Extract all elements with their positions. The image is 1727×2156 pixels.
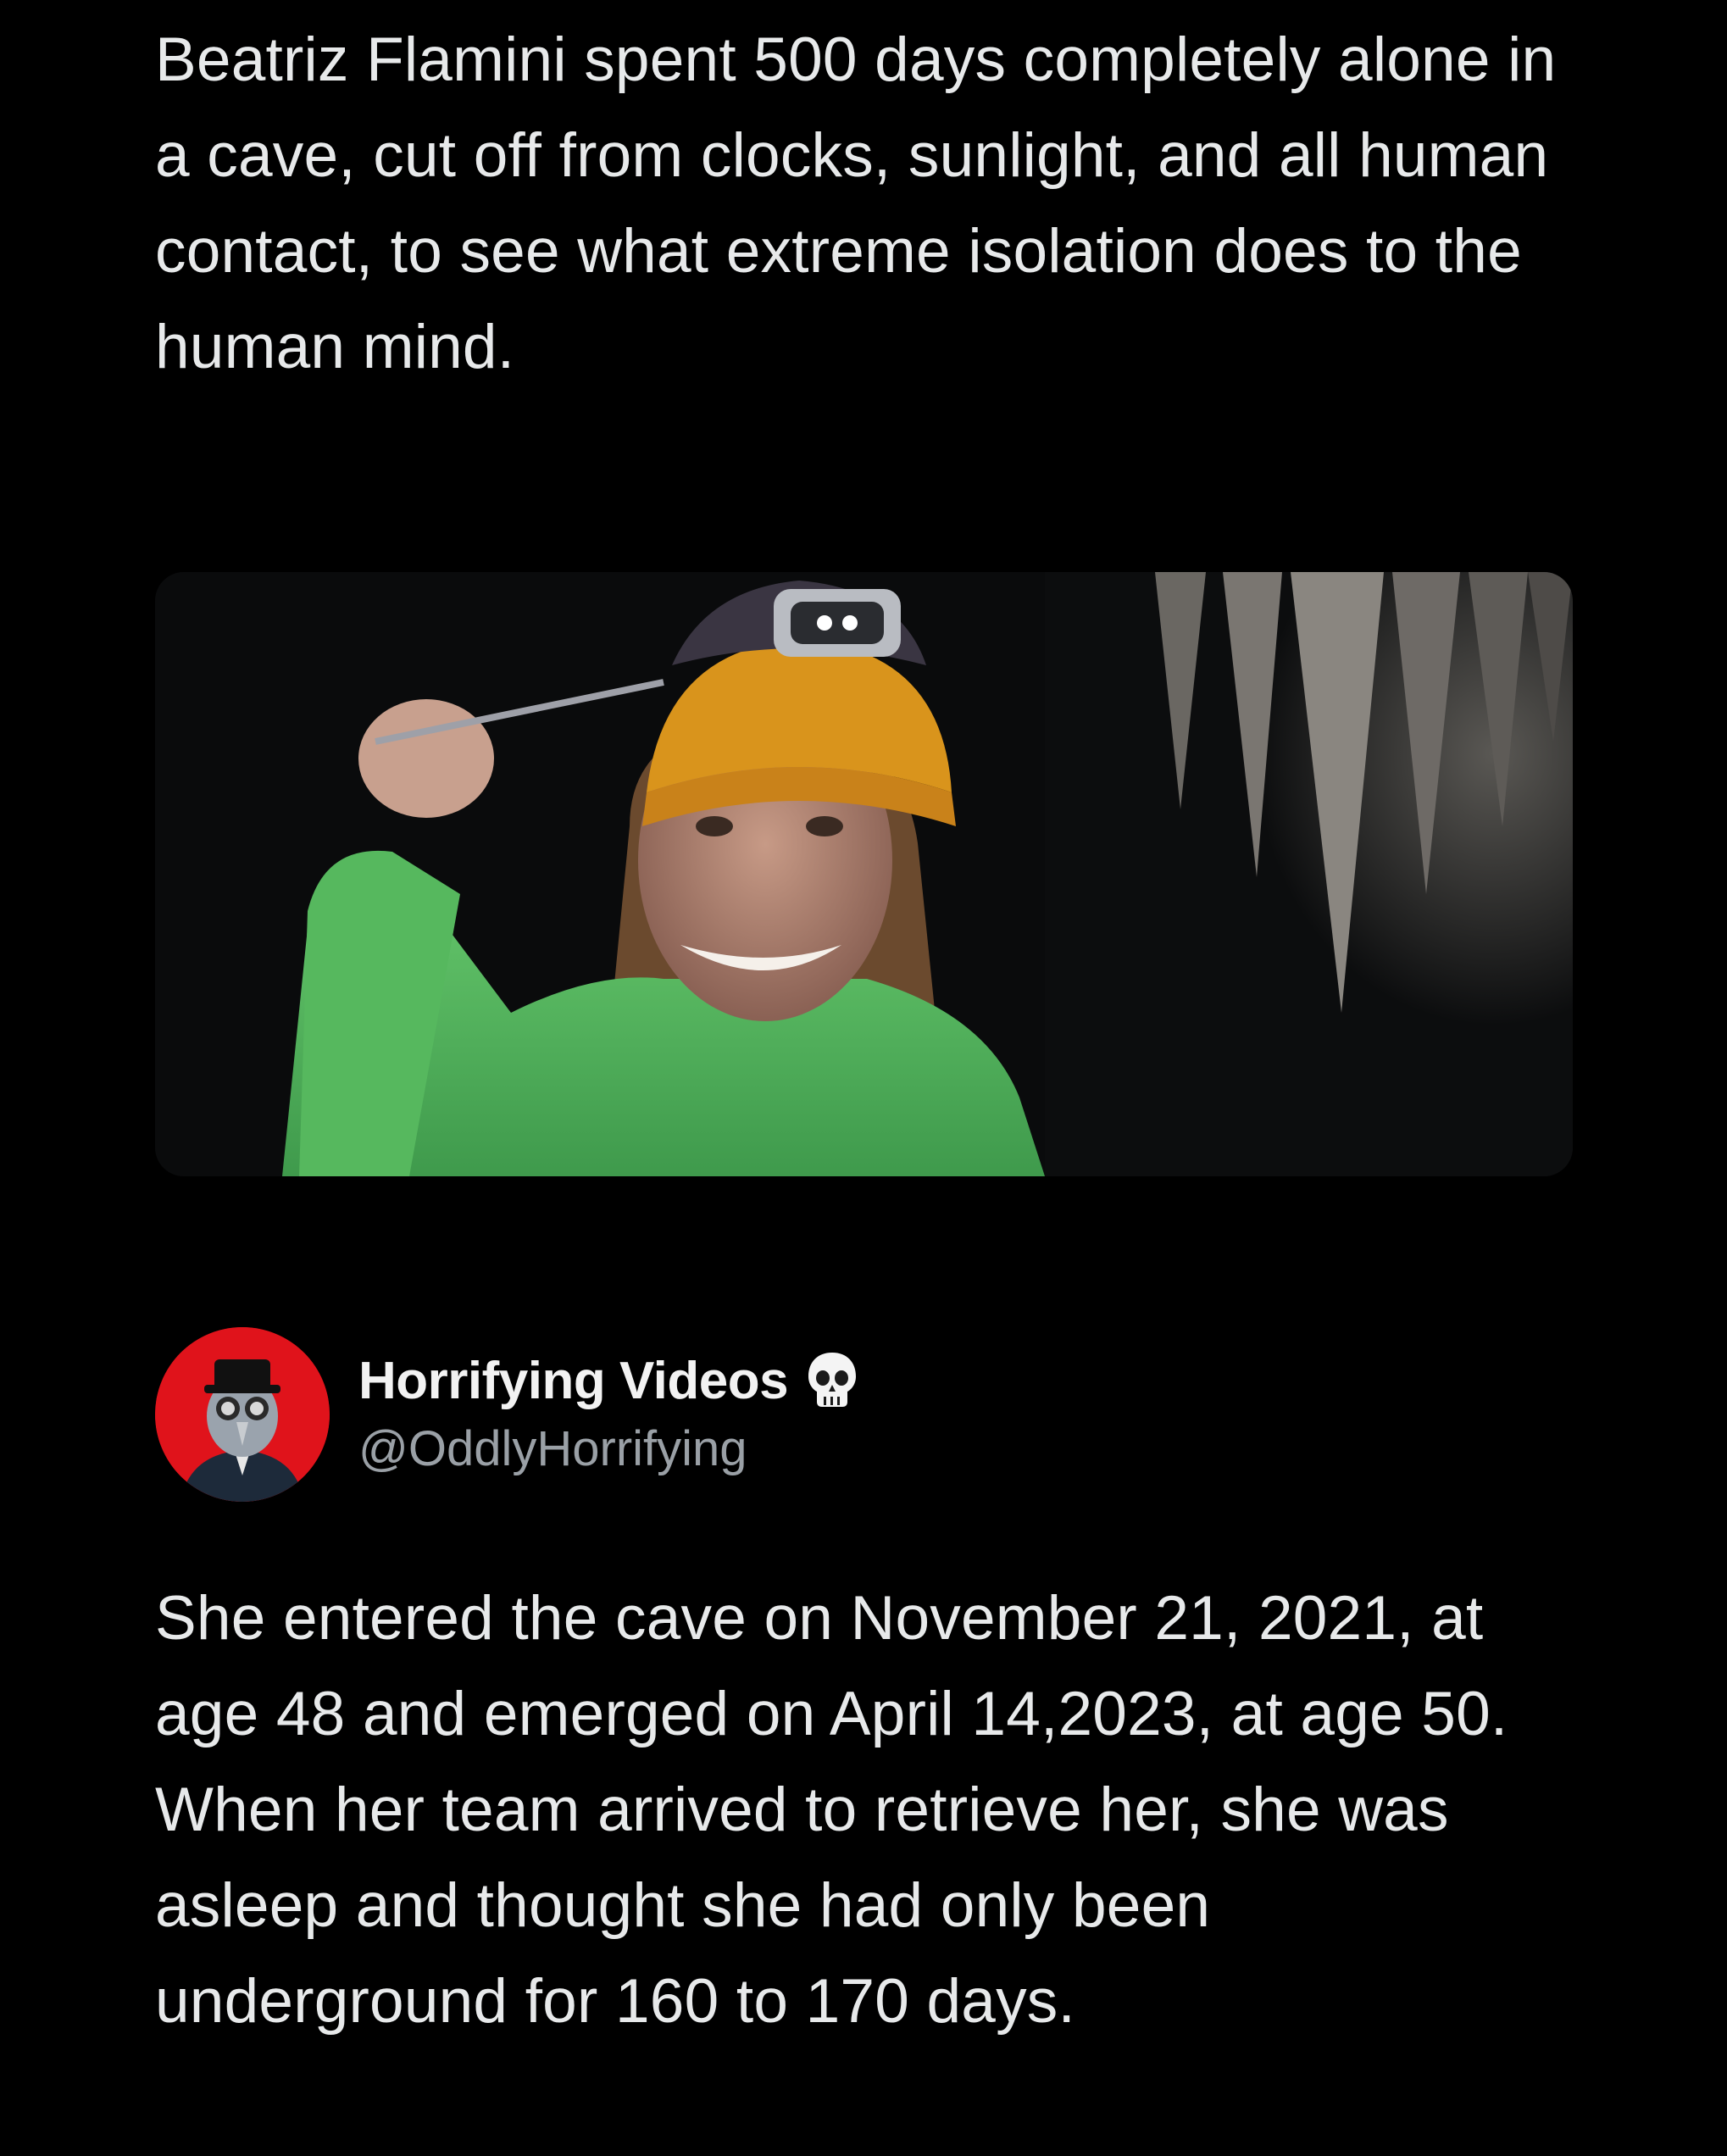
plague-doctor-avatar-icon[interactable] <box>155 1327 330 1502</box>
author-name-text: Horrifying Videos <box>358 1352 789 1410</box>
author-handle[interactable]: @OddlyHorrifying <box>358 1420 747 1477</box>
author-card[interactable]: Horrifying Videos @OddlyHorrifying <box>155 1327 1002 1505</box>
post-photo[interactable] <box>155 572 1573 1176</box>
cave-photo-illustration <box>155 572 1573 1176</box>
skull-icon <box>805 1349 859 1410</box>
reply-text: She entered the cave on November 21, 202… <box>155 1584 1508 2036</box>
post-intro-text: Beatriz Flamini spent 500 days completel… <box>155 25 1557 381</box>
author-display-name[interactable]: Horrifying Videos <box>358 1349 859 1411</box>
